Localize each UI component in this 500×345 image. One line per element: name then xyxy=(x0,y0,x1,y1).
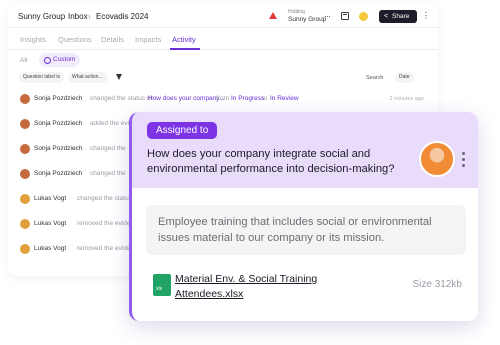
activity-row[interactable]: Sonja Pozdziech changed the status of Ho… xyxy=(20,92,430,106)
attachment-link[interactable]: Material Env. & Social Training Attendee… xyxy=(175,272,355,301)
activity-action: changed the status of xyxy=(90,95,153,102)
question-link[interactable]: How does your company... xyxy=(148,92,224,106)
question-text: How does your company integrate social a… xyxy=(147,148,395,175)
activity-action: changed the xyxy=(90,170,126,177)
active-tab-indicator xyxy=(170,48,200,50)
warning-icon[interactable] xyxy=(269,12,277,19)
answer-text: Employee training that includes social o… xyxy=(158,216,432,244)
question-filter-chip[interactable]: Question label is xyxy=(19,72,64,83)
tab-activity[interactable]: Activity xyxy=(172,35,196,44)
avatar xyxy=(20,219,30,229)
tab-bar: Insights Questions Details Impacts Activ… xyxy=(8,28,438,50)
tab-impacts[interactable]: Impacts xyxy=(135,35,161,44)
avatar xyxy=(20,94,30,104)
activity-to-label: to xyxy=(262,95,268,102)
breadcrumb-separator: › xyxy=(60,12,63,21)
calendar-icon[interactable] xyxy=(341,12,349,20)
answer-box: Employee training that includes social o… xyxy=(146,205,466,255)
activity-from-label: from xyxy=(216,95,229,102)
search-button[interactable]: Search xyxy=(366,75,383,81)
share-icon: < xyxy=(384,13,389,20)
kebab-menu-icon[interactable]: ⋮ xyxy=(422,11,430,20)
activity-action: changed the xyxy=(90,145,126,152)
value-filter-chip[interactable]: What action... xyxy=(68,72,107,83)
breadcrumb-separator: › xyxy=(88,12,91,21)
question-card: Assigned to How does your company integr… xyxy=(129,112,478,321)
status-to: In Review xyxy=(270,95,299,102)
file-size: Size 312kb xyxy=(412,279,462,290)
breadcrumb-item: Ecovadis 2024 xyxy=(96,12,149,21)
filter-custom[interactable]: Custom xyxy=(39,53,81,67)
filter-icon[interactable] xyxy=(116,74,122,80)
emoji-icon[interactable] xyxy=(359,12,368,21)
tab-insights[interactable]: Insights xyxy=(20,35,46,44)
avatar xyxy=(20,244,30,254)
share-label: Share xyxy=(392,13,410,20)
excel-file-icon xyxy=(153,274,171,296)
holding-label: Holding xyxy=(288,9,305,15)
tab-details[interactable]: Details xyxy=(101,35,124,44)
tab-questions[interactable]: Questions xyxy=(58,35,92,44)
more-horizontal-icon[interactable]: ··· xyxy=(324,11,331,21)
avatar xyxy=(20,169,30,179)
assigned-to-badge[interactable]: Assigned to xyxy=(147,122,218,139)
activity-user: Sonja Pozdziech xyxy=(34,170,83,177)
breadcrumb-section[interactable]: Inbox xyxy=(68,12,88,21)
card-header: Assigned to How does your company integr… xyxy=(132,112,478,188)
activity-user: Sonja Pozdziech xyxy=(34,145,83,152)
holding-name[interactable]: Sunny Group xyxy=(288,16,326,23)
activity-time: 2 minutes ago xyxy=(389,96,424,102)
share-button[interactable]: < Share xyxy=(379,10,417,23)
breadcrumb-org[interactable]: Sunny Group xyxy=(18,12,65,21)
status-from: In Progress xyxy=(231,95,265,102)
avatar xyxy=(20,119,30,129)
kebab-menu-icon[interactable] xyxy=(462,152,466,168)
activity-user: Lukas Vogt xyxy=(34,195,67,202)
assignee-avatar[interactable] xyxy=(419,141,455,177)
top-bar: Sunny Group › Inbox › Ecovadis 2024 Hold… xyxy=(8,4,438,28)
filter-all[interactable]: All xyxy=(20,57,27,64)
date-filter-chip[interactable]: Date xyxy=(395,72,414,83)
activity-user: Lukas Vogt xyxy=(34,245,67,252)
avatar xyxy=(20,144,30,154)
activity-user: Lukas Vogt xyxy=(34,220,67,227)
activity-user: Sonja Pozdziech xyxy=(34,95,83,102)
activity-user: Sonja Pozdziech xyxy=(34,120,83,127)
avatar xyxy=(20,194,30,204)
